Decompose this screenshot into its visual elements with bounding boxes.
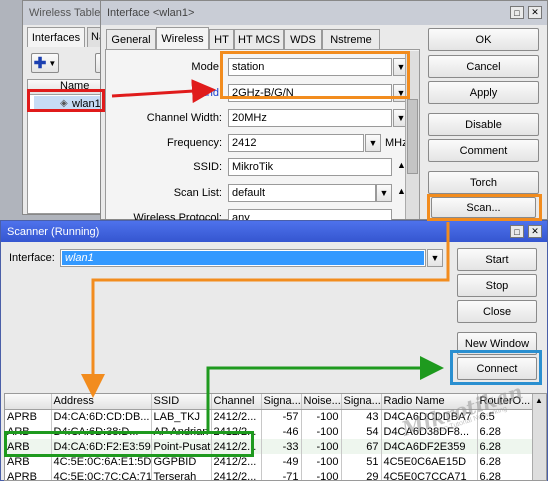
- arrow-row-to-connect: [206, 356, 444, 431]
- arrow-wlan1-to-band: [111, 79, 216, 104]
- annotation-arrows: [81, 79, 450, 431]
